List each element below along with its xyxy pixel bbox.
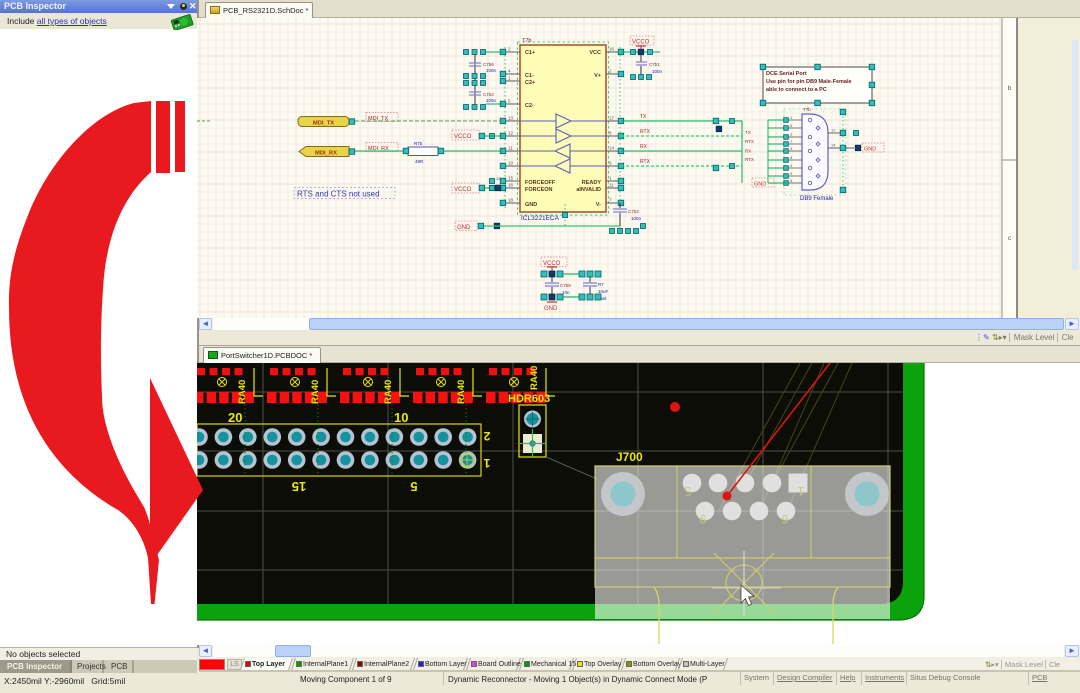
svg-text:5: 5 bbox=[410, 479, 417, 494]
svg-text:13: 13 bbox=[508, 116, 514, 121]
svg-text:MDI_TX: MDI_TX bbox=[313, 121, 334, 127]
svg-text:MDI_RX: MDI_RX bbox=[315, 151, 337, 157]
svg-text:100n: 100n bbox=[652, 69, 663, 74]
svg-text:12: 12 bbox=[508, 131, 514, 136]
svg-text:FORCEON: FORCEON bbox=[525, 187, 553, 193]
svg-text:15: 15 bbox=[508, 176, 514, 181]
svg-text:Use pin for pin DB9 Male-Femal: Use pin for pin DB9 Male-Female bbox=[766, 79, 852, 85]
svg-text:11: 11 bbox=[609, 183, 614, 188]
svg-text:READY: READY bbox=[582, 180, 602, 186]
svg-text:b: b bbox=[1008, 85, 1012, 92]
svg-text:C7b9: C7b9 bbox=[560, 283, 571, 288]
svg-text:V-: V- bbox=[596, 202, 601, 208]
svg-text:TX: TX bbox=[745, 130, 751, 135]
svg-text:10uF: 10uF bbox=[598, 289, 609, 294]
svg-text:10: 10 bbox=[394, 410, 408, 425]
svg-text:1: 1 bbox=[483, 456, 490, 470]
svg-text:5: 5 bbox=[684, 484, 691, 498]
svg-text:TX: TX bbox=[640, 114, 647, 120]
svg-text:R7b: R7b bbox=[414, 141, 423, 146]
svg-text:14: 14 bbox=[831, 143, 836, 148]
svg-text:10: 10 bbox=[508, 161, 514, 166]
svg-text:C7b1: C7b1 bbox=[649, 62, 660, 67]
svg-text:RA40: RA40 bbox=[237, 380, 248, 404]
svg-text:C7b6: C7b6 bbox=[483, 62, 494, 67]
svg-text:T7b: T7b bbox=[803, 107, 811, 112]
svg-text:17: 17 bbox=[609, 116, 615, 121]
svg-text:14: 14 bbox=[609, 146, 615, 151]
svg-text:GND: GND bbox=[525, 202, 537, 208]
svg-text:R7: R7 bbox=[598, 282, 604, 287]
svg-text:6: 6 bbox=[781, 512, 788, 526]
svg-text:16: 16 bbox=[609, 47, 615, 52]
svg-text:C7b2: C7b2 bbox=[483, 92, 494, 97]
svg-text:DB9 Female: DB9 Female bbox=[800, 196, 834, 202]
svg-text:HDR603: HDR603 bbox=[508, 393, 550, 405]
svg-text:1: 1 bbox=[797, 484, 804, 498]
svg-text:V+: V+ bbox=[594, 73, 601, 79]
svg-text:18: 18 bbox=[508, 198, 514, 203]
svg-text:aINVALID: aINVALID bbox=[576, 187, 601, 193]
svg-text:RTX: RTX bbox=[745, 139, 754, 144]
svg-text:49R: 49R bbox=[415, 159, 424, 164]
svg-text:11: 11 bbox=[508, 146, 513, 151]
svg-text:C1-: C1- bbox=[525, 73, 534, 79]
svg-text:ICL3221ECA: ICL3221ECA bbox=[521, 215, 560, 222]
svg-text:able to connect to a PC: able to connect to a PC bbox=[766, 87, 827, 93]
svg-text:RX: RX bbox=[640, 144, 648, 150]
svg-text:VCCO: VCCO bbox=[454, 134, 472, 140]
svg-text:GND: GND bbox=[754, 182, 766, 188]
svg-text:RA40: RA40 bbox=[383, 380, 394, 404]
svg-text:RX: RX bbox=[745, 149, 751, 154]
svg-text:15: 15 bbox=[292, 479, 306, 494]
svg-text:9: 9 bbox=[699, 512, 706, 526]
svg-text:GND: GND bbox=[457, 225, 471, 231]
svg-text:100n: 100n bbox=[486, 98, 497, 103]
svg-text:GND: GND bbox=[544, 306, 558, 312]
svg-text:12: 12 bbox=[831, 128, 836, 133]
svg-text:FORCEOFF: FORCEOFF bbox=[525, 180, 556, 186]
svg-text:RA40: RA40 bbox=[529, 366, 540, 390]
svg-text:DCE Serial Port: DCE Serial Port bbox=[766, 71, 807, 77]
svg-text:15: 15 bbox=[496, 176, 501, 181]
svg-text:T7b: T7b bbox=[522, 38, 531, 44]
svg-text:RTX: RTX bbox=[640, 159, 651, 165]
svg-text:GND: GND bbox=[864, 147, 876, 153]
svg-text:RTX: RTX bbox=[745, 157, 754, 162]
svg-text:VCCO: VCCO bbox=[632, 40, 650, 46]
svg-text:RTX: RTX bbox=[640, 129, 651, 135]
svg-text:C2-: C2- bbox=[525, 103, 534, 109]
svg-text:C7b2: C7b2 bbox=[628, 209, 639, 214]
svg-text:VCCO: VCCO bbox=[454, 187, 472, 193]
svg-text:VCC: VCC bbox=[589, 50, 601, 56]
svg-text:20: 20 bbox=[228, 410, 242, 425]
svg-text:J700: J700 bbox=[616, 450, 643, 464]
svg-text:VCCO: VCCO bbox=[543, 261, 561, 267]
svg-text:100n: 100n bbox=[631, 216, 642, 221]
svg-text:16: 16 bbox=[508, 183, 514, 188]
svg-text:RA40: RA40 bbox=[456, 380, 467, 404]
svg-text:RA40: RA40 bbox=[310, 380, 321, 404]
svg-text:16: 16 bbox=[496, 183, 501, 188]
svg-text:C2+: C2+ bbox=[525, 80, 535, 86]
svg-text:RTS and CTS not used: RTS and CTS not used bbox=[297, 190, 380, 199]
svg-text:100n: 100n bbox=[486, 68, 497, 73]
svg-text:C1+: C1+ bbox=[525, 50, 535, 56]
svg-text:2: 2 bbox=[483, 429, 490, 443]
